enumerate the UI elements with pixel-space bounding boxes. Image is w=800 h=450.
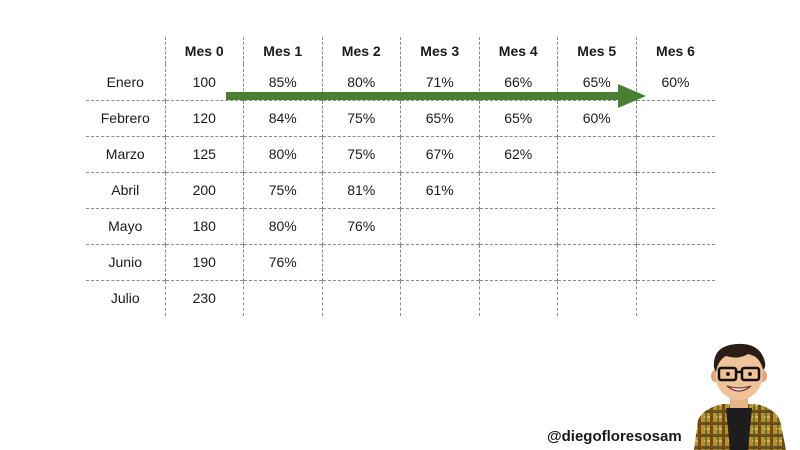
- table-cell: [321, 244, 401, 280]
- table-cell: 75%: [321, 136, 401, 172]
- table-cell: [557, 208, 636, 244]
- row-label: Junio: [108, 254, 142, 270]
- row-label: Abril: [111, 182, 140, 198]
- table-cell: [478, 280, 558, 316]
- table-cell: 67%: [400, 136, 479, 172]
- table-cell: [478, 208, 558, 244]
- table-row: Mayo 180 80% 76%: [86, 208, 715, 244]
- table-cell: [400, 208, 479, 244]
- table-cell: [635, 172, 715, 208]
- table-cell: 190: [164, 244, 244, 280]
- table-cell: [635, 280, 715, 316]
- row-label: Mayo: [108, 218, 143, 234]
- table-cell: [557, 172, 636, 208]
- table-cell: [400, 280, 479, 316]
- table-row: Marzo 125 80% 75% 67% 62%: [86, 136, 715, 172]
- table-cell: 180: [164, 208, 244, 244]
- row-label: Marzo: [105, 146, 145, 162]
- header-cell-mes-0: Mes 0: [164, 37, 244, 64]
- table-cell: [635, 208, 715, 244]
- table-cell: 80%: [243, 136, 322, 172]
- table-cell: 76%: [243, 244, 322, 280]
- header-cell-mes-4: Mes 4: [478, 37, 558, 64]
- table-row: Abril 200 75% 81% 61%: [86, 172, 715, 208]
- header-cell-mes-1: Mes 1: [243, 37, 322, 64]
- header-cell-empty: [86, 37, 165, 64]
- row-label: Febrero: [100, 110, 150, 126]
- table-cell: [557, 244, 636, 280]
- table-cell: [478, 172, 558, 208]
- table-cell: [635, 100, 715, 136]
- table-cell: [557, 136, 636, 172]
- table-cell: [478, 244, 558, 280]
- table-cell: [635, 136, 715, 172]
- table-cell: 230: [164, 280, 244, 316]
- author-handle: @diegofloresosam: [547, 428, 682, 445]
- table-cell: 81%: [321, 172, 401, 208]
- header-cell-mes-5: Mes 5: [557, 37, 636, 64]
- row-label: Julio: [110, 290, 140, 307]
- header-row: Mes 0 Mes 1 Mes 2 Mes 3 Mes 4 Mes 5 Mes …: [86, 37, 715, 64]
- header-cell-mes-6: Mes 6: [635, 37, 715, 64]
- table-cell: 200: [164, 172, 244, 208]
- table-cell: [400, 244, 479, 280]
- table-cell: 80%: [243, 208, 322, 244]
- avatar-eye-right: [748, 372, 752, 376]
- table-cell: [557, 280, 636, 316]
- table-cell: 125: [164, 136, 244, 172]
- row-label: Enero: [106, 73, 144, 90]
- table-cell: 60%: [635, 64, 715, 100]
- table-cell: [321, 280, 401, 316]
- cohort-table: Mes 0 Mes 1 Mes 2 Mes 3 Mes 4 Mes 5 Mes …: [86, 37, 715, 316]
- page: Mes 0 Mes 1 Mes 2 Mes 3 Mes 4 Mes 5 Mes …: [0, 0, 800, 450]
- table-cell: [243, 280, 322, 316]
- avatar-eye-left: [726, 372, 730, 376]
- table-row: Julio 230: [86, 280, 715, 316]
- avatar-tshirt: [726, 408, 752, 450]
- table-cell: 62%: [478, 136, 558, 172]
- arrow-shape: [226, 84, 646, 108]
- right-arrow-icon: [226, 84, 646, 108]
- table-cell: 76%: [321, 208, 401, 244]
- header-cell-mes-3: Mes 3: [400, 37, 479, 64]
- table-cell: [635, 244, 715, 280]
- table-cell: 61%: [400, 172, 479, 208]
- cartoon-avatar-icon: [694, 343, 786, 450]
- table-cell: 75%: [243, 172, 322, 208]
- header-cell-mes-2: Mes 2: [321, 37, 401, 64]
- table-row: Junio 190 76%: [86, 244, 715, 280]
